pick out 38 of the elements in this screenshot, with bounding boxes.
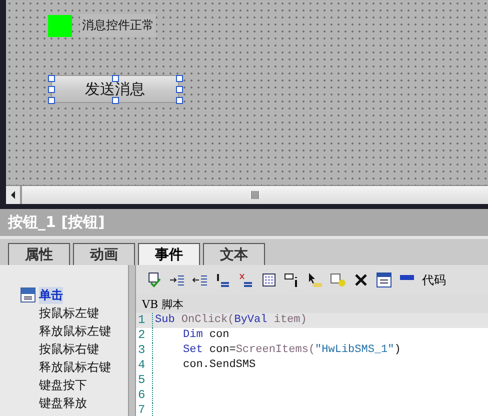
definition-icon[interactable] xyxy=(376,272,392,288)
left-arrow-icon[interactable] xyxy=(10,191,16,199)
uncomment-icon[interactable] xyxy=(238,272,254,288)
selection-handle[interactable] xyxy=(112,75,119,82)
vertical-scrollbar[interactable] xyxy=(128,265,136,416)
status-label: 消息控件正常 xyxy=(80,14,156,37)
event-item[interactable]: 键盘释放 xyxy=(39,394,87,412)
toolbar-label: 代码 xyxy=(422,272,446,288)
event-item[interactable]: 按鼠标右键 xyxy=(39,340,99,358)
comment-icon[interactable] xyxy=(215,272,231,288)
selection-handle[interactable] xyxy=(112,97,119,104)
check-syntax-icon[interactable] xyxy=(146,272,162,288)
inspector-tab[interactable]: 动画 xyxy=(73,243,135,265)
inspector-tab[interactable]: 文本 xyxy=(203,243,265,265)
event-item[interactable]: 按鼠标左键 xyxy=(39,304,99,322)
event-item[interactable]: 单击 xyxy=(39,286,63,304)
list-tag-icon[interactable] xyxy=(330,272,346,288)
inspector-tab[interactable]: 事件 xyxy=(138,243,200,265)
code-line: con.SendSMS xyxy=(182,358,256,373)
pointer-icon[interactable] xyxy=(307,272,323,288)
code-editor[interactable]: 1 Sub OnClick(ByVal item) 2 Dim con 3 Set con=ScreenItems("HwLibSMS_1") 4 con.SendSMS 5 6 7 xyxy=(136,313,488,416)
script-header: VB 脚本 xyxy=(142,296,184,312)
send-message-button[interactable]: 发送消息 xyxy=(51,75,179,103)
event-item[interactable]: 释放鼠标左键 xyxy=(39,322,111,340)
inspector-title: 按钮_1 [按钮] xyxy=(0,209,488,236)
info-icon[interactable] xyxy=(284,272,300,288)
code-line: Dim con xyxy=(182,328,230,343)
grip-icon xyxy=(250,191,260,199)
vb-script-icon xyxy=(20,287,36,303)
horizontal-scrollbar[interactable] xyxy=(6,185,488,204)
grid-list-icon[interactable] xyxy=(261,272,277,288)
close-icon[interactable] xyxy=(353,272,369,288)
code-line: Sub OnClick(ByVal item) xyxy=(154,313,307,328)
event-item[interactable]: 键盘按下 xyxy=(39,376,87,394)
inspector-tab[interactable]: 属性 xyxy=(8,243,70,265)
code-line: Set con=ScreenItems("HwLibSMS_1") xyxy=(182,343,401,358)
event-item[interactable]: 释放鼠标右键 xyxy=(39,358,111,376)
line-number: 7 xyxy=(136,403,153,416)
